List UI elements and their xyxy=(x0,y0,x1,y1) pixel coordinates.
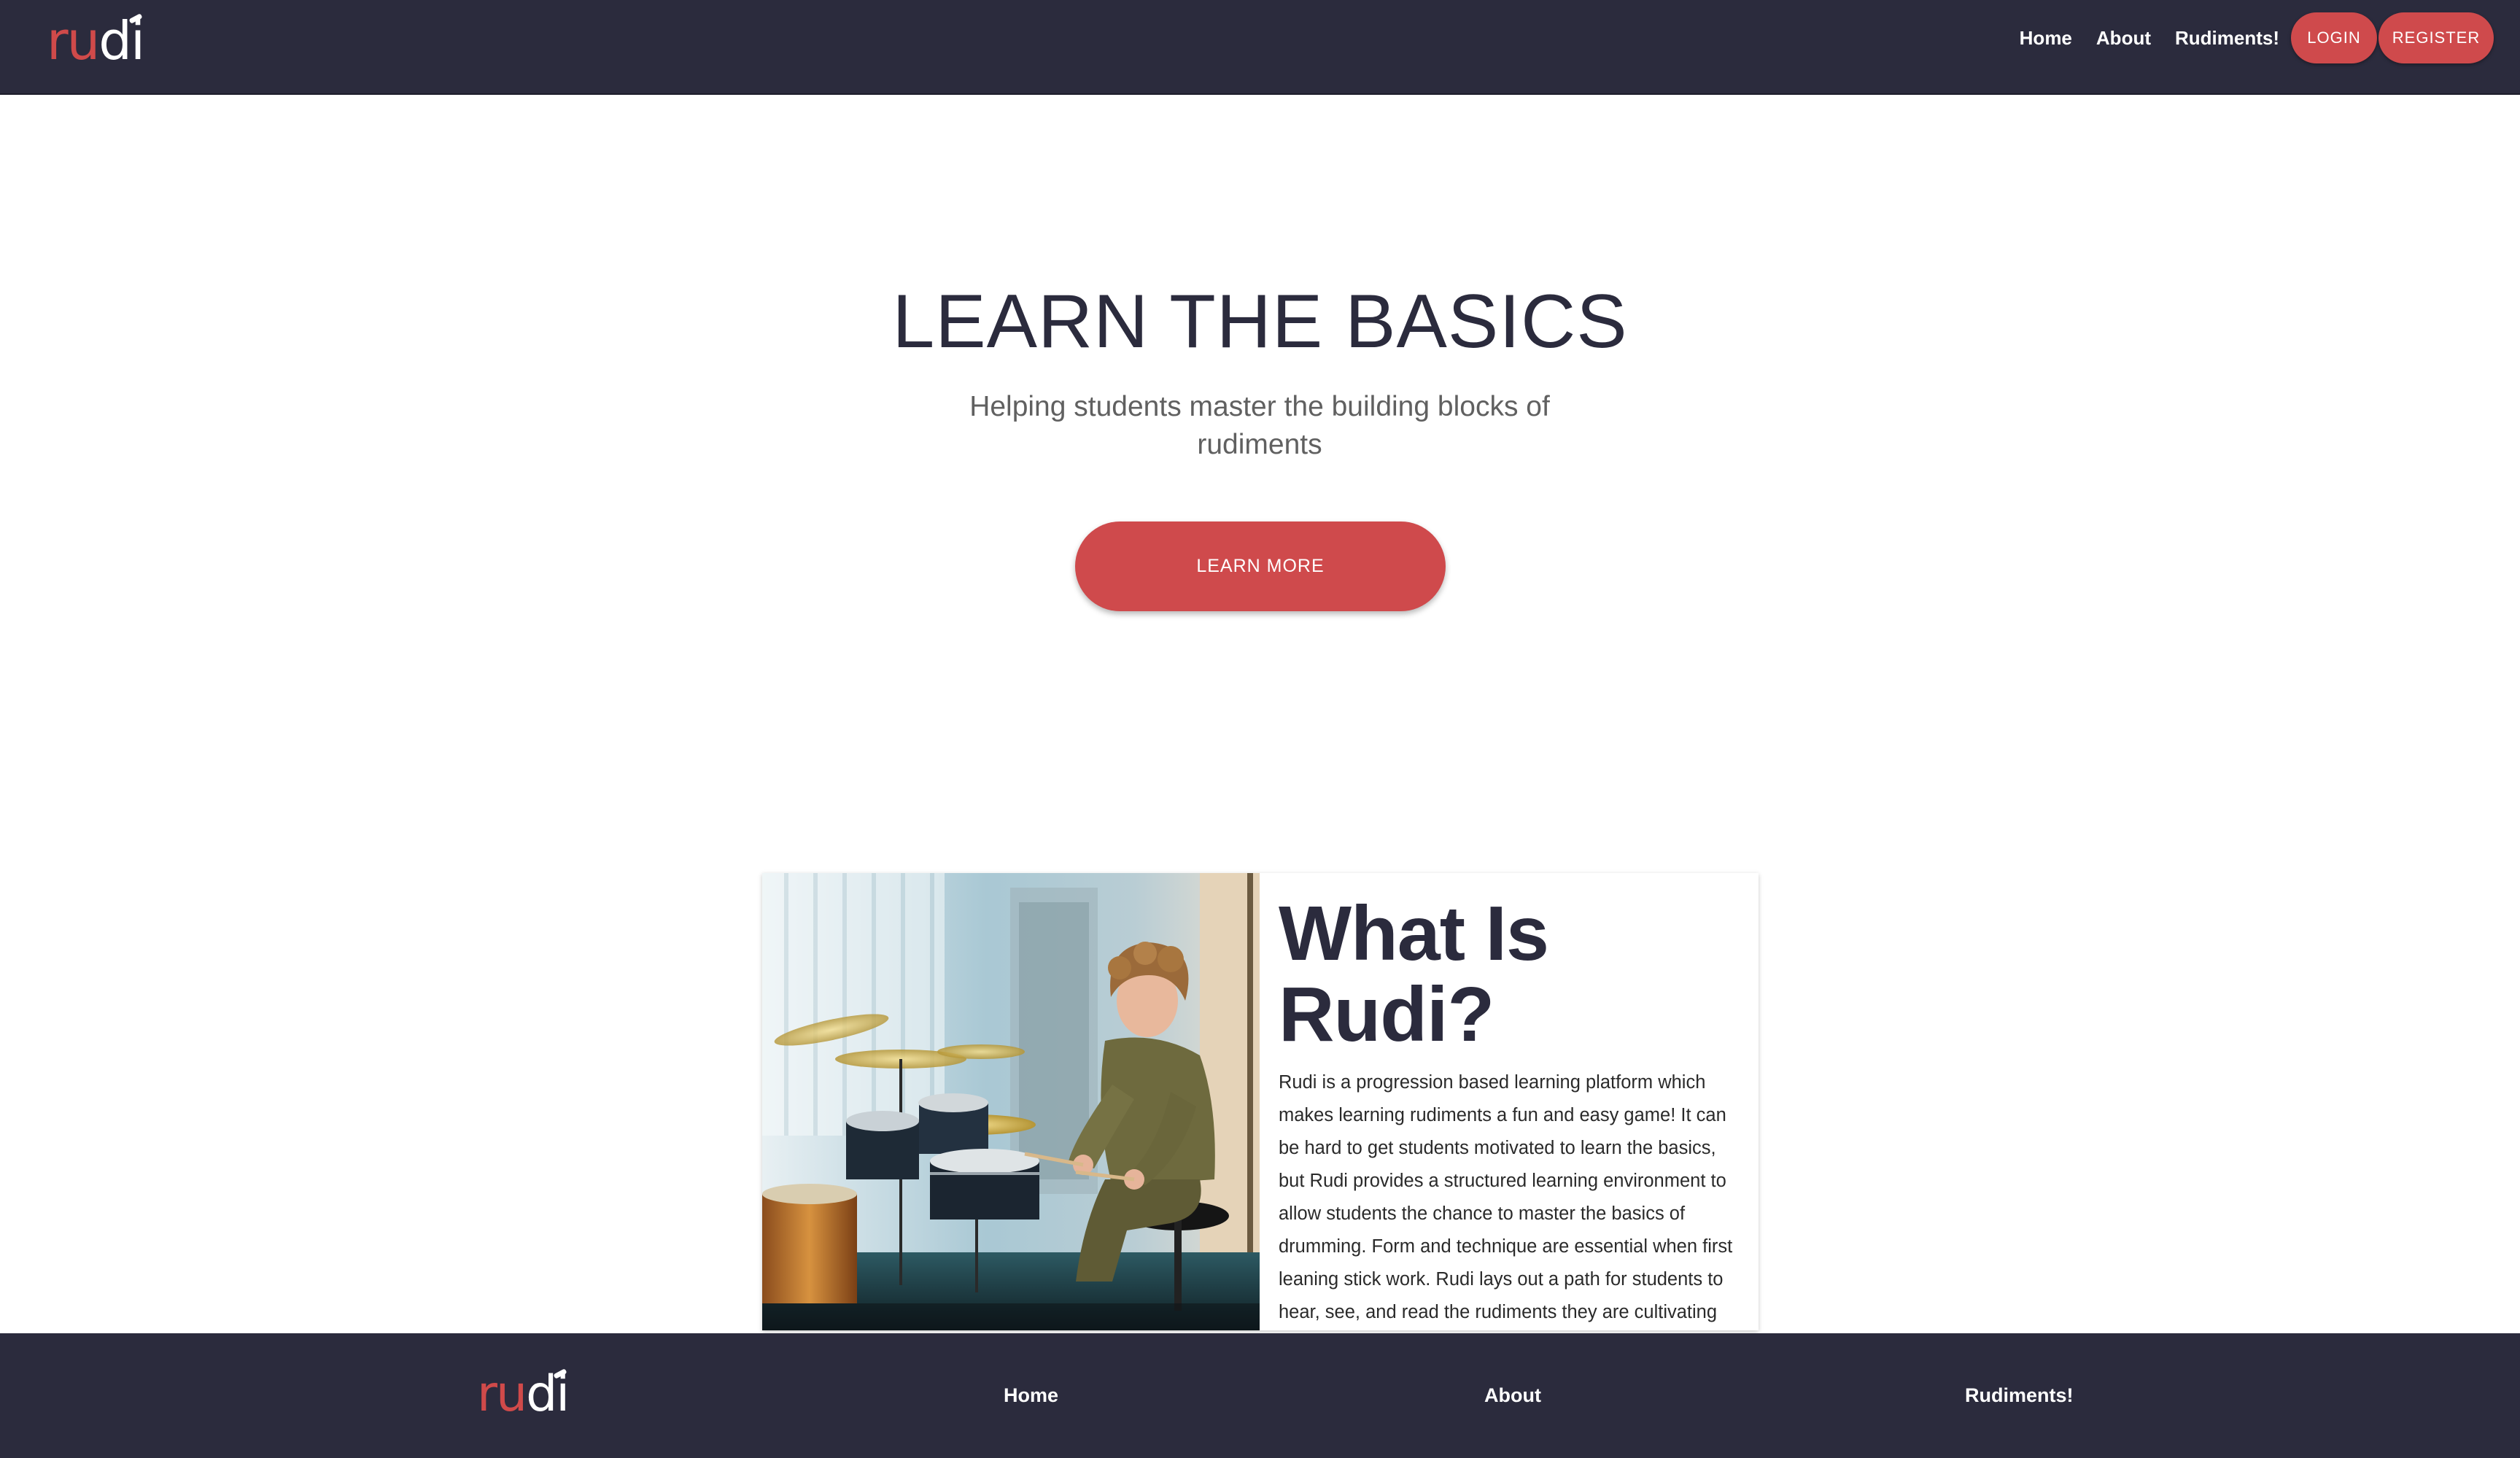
logo-text-ru: ru xyxy=(47,10,100,71)
nav-links: Home About Rudiments! LOGIN REGISTER xyxy=(1996,12,2494,63)
page: ru di Home About Rudiments! LOGIN REGIST… xyxy=(0,0,2520,1458)
hero-subtitle: Helping students master the building blo… xyxy=(969,391,1550,460)
card-title: What Is Rudi? xyxy=(1279,891,1549,1058)
footer-logo-text-di: di xyxy=(526,1368,570,1419)
top-navbar: ru di Home About Rudiments! LOGIN REGIST… xyxy=(0,0,2520,95)
footer-rudi-logo[interactable]: ru di xyxy=(477,1365,570,1423)
learn-more-button[interactable]: LEARN MORE xyxy=(1075,521,1446,611)
card-text: What Is Rudi? Rudi is a progression base… xyxy=(1279,893,1745,1330)
logo-text-di: di xyxy=(98,13,145,67)
register-button[interactable]: REGISTER xyxy=(2379,12,2494,63)
footer-link-rudiments[interactable]: Rudiments! xyxy=(1965,1384,2074,1407)
nav-link-about[interactable]: About xyxy=(2096,27,2151,50)
footer-link-about[interactable]: About xyxy=(1484,1384,1541,1407)
footer: ru di Home About Rudiments! xyxy=(0,1333,2520,1458)
nav-link-home[interactable]: Home xyxy=(2020,27,2072,50)
drummer-photo xyxy=(762,873,1260,1330)
card-body: Rudi is a progression based learning pla… xyxy=(1279,1071,1733,1322)
footer-link-home[interactable]: Home xyxy=(1004,1384,1058,1407)
what-is-rudi-card: What Is Rudi? Rudi is a progression base… xyxy=(762,873,1759,1330)
rudi-logo[interactable]: ru di xyxy=(47,10,145,71)
hero-title: LEARN THE BASICS xyxy=(892,279,1628,364)
footer-logo-text-ru: ru xyxy=(477,1365,527,1423)
login-button[interactable]: LOGIN xyxy=(2291,12,2377,63)
nav-link-rudiments[interactable]: Rudiments! xyxy=(2175,27,2279,50)
drummer-illustration xyxy=(762,873,1260,1330)
